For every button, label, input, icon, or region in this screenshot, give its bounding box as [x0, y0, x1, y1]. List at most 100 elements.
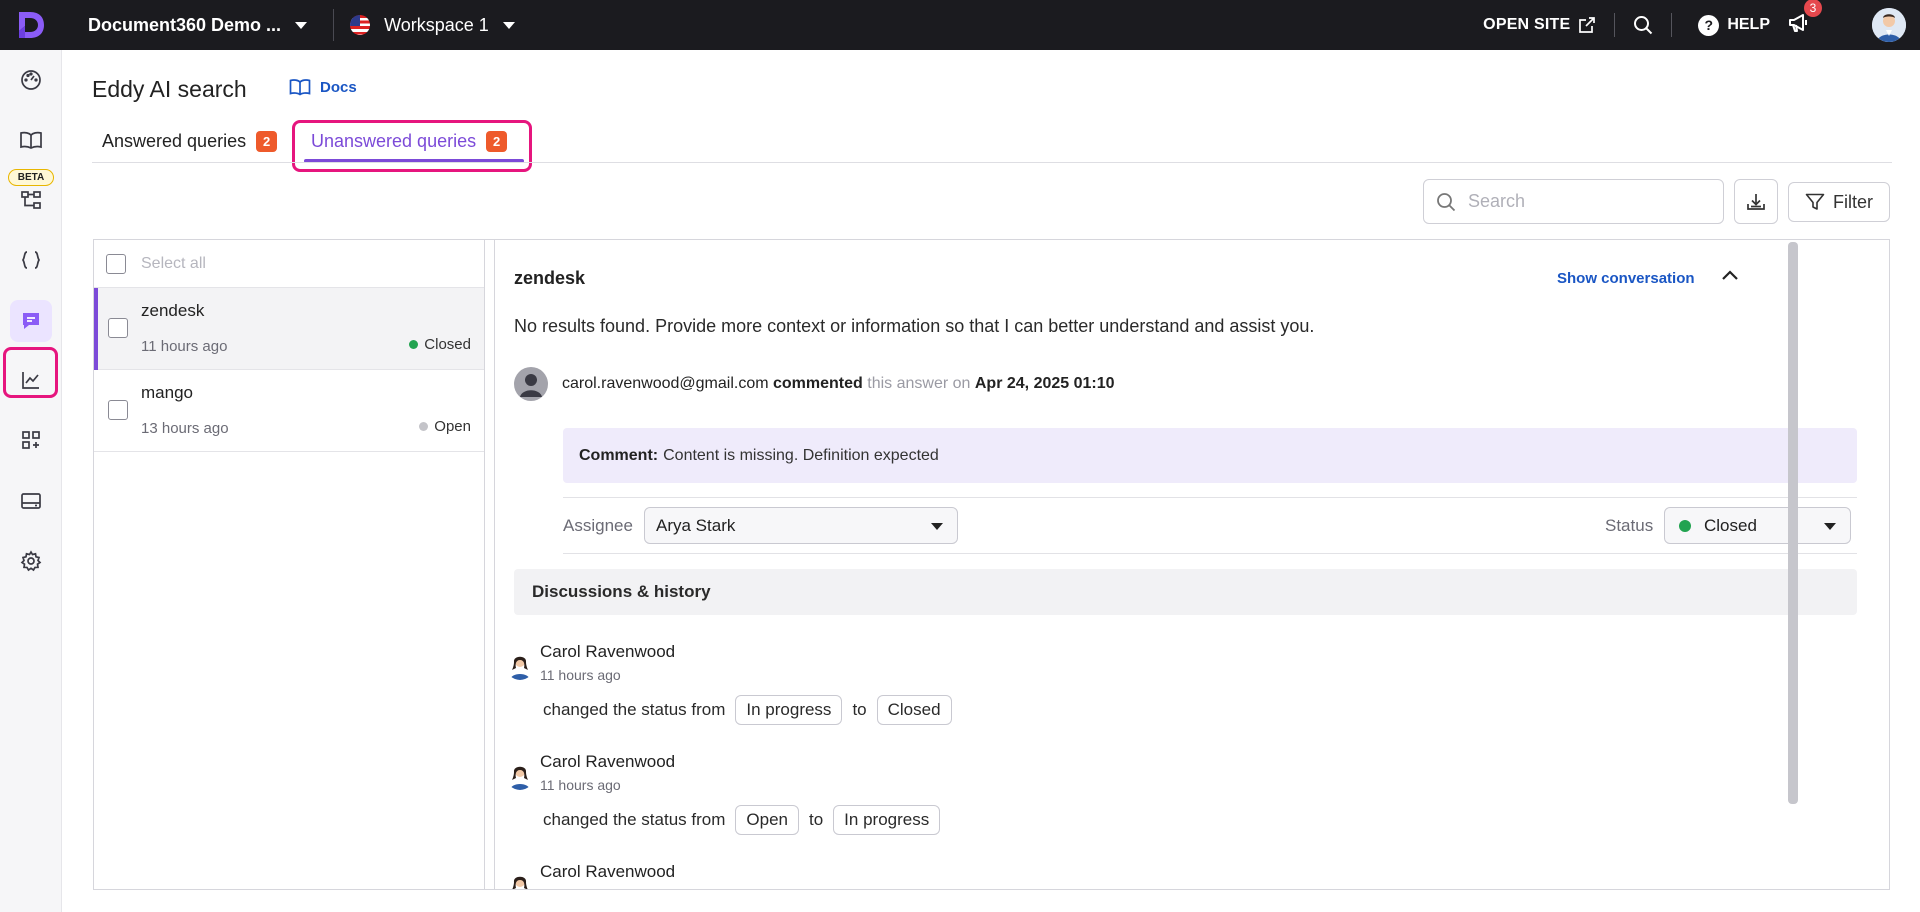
assignee-value: Arya Stark	[656, 515, 736, 535]
query-name: zendesk	[141, 301, 205, 320]
nav-api[interactable]	[10, 239, 52, 281]
eddy-ai-icon	[23, 313, 39, 329]
assignee-label: Assignee	[563, 516, 633, 535]
divider	[563, 497, 1857, 498]
assignee-dropdown[interactable]: Arya Stark	[644, 507, 958, 544]
discussions-history-header: Discussions & history	[514, 569, 1857, 615]
history-user: Carol Ravenwood	[540, 862, 676, 881]
announcements-button[interactable]: 3	[1788, 0, 1822, 38]
docs-label: Docs	[320, 78, 357, 96]
history-user: Carol Ravenwood	[540, 642, 676, 661]
item-checkbox[interactable]	[108, 400, 128, 420]
tabs-divider	[92, 162, 1892, 163]
user-placeholder-avatar	[514, 367, 548, 401]
tab-highlight-box	[292, 120, 532, 172]
comment-text: Content is missing. Definition expected	[663, 446, 939, 464]
notification-count-badge: 3	[1804, 0, 1822, 17]
comment-meta: carol.ravenwood@gmail.com commented this…	[562, 375, 1115, 393]
chevron-up-icon[interactable]	[1721, 268, 1739, 287]
history-time: 11 hours ago	[540, 777, 621, 793]
history-change: changed the status from Open to In progr…	[543, 805, 950, 835]
user-avatar[interactable]	[1872, 8, 1906, 42]
filter-label: Filter	[1833, 191, 1873, 212]
history-action: changed the status from	[543, 700, 726, 719]
status-badge: Closed	[409, 336, 471, 353]
chevron-down-icon	[295, 21, 308, 29]
select-all-row[interactable]: Select all	[94, 240, 484, 288]
filter-button[interactable]: Filter	[1788, 182, 1890, 222]
external-link-icon	[1579, 17, 1596, 33]
document360-logo-icon[interactable]	[0, 0, 62, 50]
detail-title: zendesk	[514, 268, 586, 288]
nav-eddy-ai[interactable]	[10, 300, 52, 342]
status-dot	[409, 340, 419, 349]
detail-scrollbar[interactable]	[1788, 242, 1798, 804]
query-list: Select all zendesk 11 hours ago Closed m…	[94, 240, 485, 889]
from-status-pill: In progress	[735, 695, 843, 725]
caret-down-icon	[931, 523, 943, 530]
show-conversation-link[interactable]: Show conversation	[1557, 270, 1695, 287]
query-name: mango	[141, 383, 193, 402]
status-dot	[419, 422, 429, 431]
workspace-name: Workspace 1	[384, 14, 489, 35]
search-icon[interactable]	[1633, 15, 1653, 35]
api-icon	[21, 251, 41, 269]
nav-documentation[interactable]	[10, 119, 52, 161]
download-icon	[1747, 193, 1765, 210]
search-box[interactable]	[1423, 179, 1724, 224]
us-flag-icon	[350, 15, 371, 35]
workflow-icon	[21, 191, 41, 209]
dashboard-icon	[21, 70, 41, 90]
history-time: 11 hours ago	[540, 667, 621, 683]
answer-text: No results found. Provide more context o…	[514, 316, 1315, 336]
download-button[interactable]	[1734, 179, 1778, 224]
workspace-selector[interactable]: Workspace 1	[350, 15, 515, 36]
status-dropdown[interactable]: Closed	[1664, 507, 1851, 544]
avatar	[506, 872, 534, 889]
megaphone-icon	[1789, 13, 1807, 32]
nav-settings[interactable]	[10, 540, 52, 582]
status-badge: Open	[419, 418, 471, 435]
select-all-label: Select all	[141, 254, 206, 272]
to-word: to	[808, 810, 824, 829]
nav-analytics[interactable]	[10, 359, 52, 401]
comment-label: Comment:	[579, 446, 659, 464]
chevron-down-icon	[502, 21, 515, 29]
settings-icon	[20, 550, 42, 572]
comment-date: Apr 24, 2025 01:10	[974, 375, 1115, 392]
analytics-icon	[22, 372, 39, 389]
list-item[interactable]: zendesk 11 hours ago Closed	[94, 288, 484, 370]
help-button[interactable]: ? HELP	[1698, 14, 1770, 36]
project-selector[interactable]: Document360 Demo ...	[88, 14, 308, 36]
history-change: changed the status from In progress to C…	[543, 695, 962, 725]
nav-dashboard[interactable]	[10, 59, 52, 101]
item-checkbox[interactable]	[108, 318, 128, 338]
search-input[interactable]	[1468, 191, 1708, 212]
list-item[interactable]: mango 13 hours ago Open	[94, 370, 484, 452]
tab-answered-queries[interactable]: Answered queries 2	[102, 127, 278, 155]
panel-divider	[485, 240, 495, 889]
nav-integrations[interactable]	[10, 419, 52, 461]
select-all-checkbox[interactable]	[106, 253, 126, 274]
avatar	[506, 762, 534, 790]
status-text: Open	[434, 418, 471, 435]
open-site-label: OPEN SITE	[1483, 16, 1571, 33]
nav-workflow[interactable]	[10, 179, 52, 221]
divider	[333, 9, 335, 41]
widgets-icon	[21, 493, 41, 509]
status-value: Closed	[1704, 515, 1757, 535]
help-icon: ?	[1698, 14, 1720, 36]
history-action: changed the status from	[543, 810, 726, 829]
tab-label: Answered queries	[102, 130, 247, 151]
top-bar: Document360 Demo ... Workspace 1 OPEN SI…	[0, 0, 1920, 50]
open-site-link[interactable]: OPEN SITE	[1483, 16, 1596, 34]
status-dot	[1679, 519, 1691, 532]
nav-widgets[interactable]	[10, 480, 52, 522]
documentation-icon	[20, 131, 42, 149]
to-status-pill: In progress	[833, 805, 941, 835]
docs-link[interactable]: Docs	[289, 78, 357, 96]
integrations-icon	[22, 431, 40, 449]
help-label: HELP	[1727, 16, 1770, 33]
query-detail: zendesk Show conversation No results fou…	[496, 240, 1873, 889]
project-name: Document360 Demo ...	[88, 14, 282, 35]
